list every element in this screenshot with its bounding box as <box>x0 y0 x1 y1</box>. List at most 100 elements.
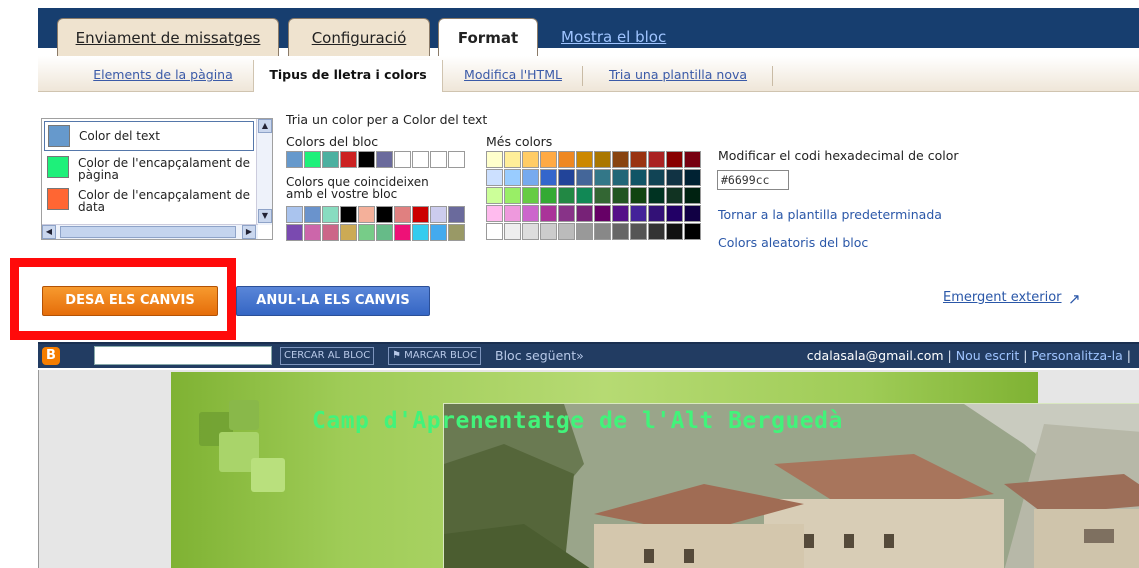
color-swatch[interactable] <box>412 151 429 168</box>
color-swatch[interactable] <box>594 187 611 204</box>
color-swatch[interactable] <box>594 151 611 168</box>
color-swatch[interactable] <box>394 206 411 223</box>
color-swatch[interactable] <box>412 206 429 223</box>
color-swatch[interactable] <box>666 223 683 240</box>
color-swatch[interactable] <box>612 223 629 240</box>
flag-blog-button[interactable]: ⚑ MARCAR BLOC <box>388 347 481 365</box>
color-element-list[interactable]: Color del text Color de l'encapçalament … <box>41 118 273 240</box>
color-swatch[interactable] <box>540 151 557 168</box>
subtab-pick-template[interactable]: Tria una plantilla nova <box>590 60 766 92</box>
color-swatch[interactable] <box>576 205 593 222</box>
color-swatch[interactable] <box>684 151 701 168</box>
color-swatch[interactable] <box>286 206 303 223</box>
next-blog-link[interactable]: Bloc següent» <box>495 347 584 365</box>
new-post-link[interactable]: Nou escrit <box>956 348 1019 363</box>
color-swatch[interactable] <box>594 169 611 186</box>
color-swatch[interactable] <box>340 206 357 223</box>
color-swatch[interactable] <box>486 187 503 204</box>
color-swatch[interactable] <box>504 169 521 186</box>
color-swatch[interactable] <box>376 151 393 168</box>
list-item[interactable]: Color de l'encapçalament de data <box>44 185 254 215</box>
color-swatch[interactable] <box>558 187 575 204</box>
color-swatch[interactable] <box>376 224 393 241</box>
subtab-fonts-colors[interactable]: Tipus de lletra i colors <box>253 60 443 92</box>
color-swatch[interactable] <box>304 224 321 241</box>
color-swatch[interactable] <box>448 224 465 241</box>
color-swatch[interactable] <box>430 224 447 241</box>
color-swatch[interactable] <box>630 169 647 186</box>
external-arrow-icon[interactable]: ↗ <box>1068 290 1081 308</box>
color-swatch[interactable] <box>322 206 339 223</box>
color-swatch[interactable] <box>522 169 539 186</box>
tab-settings[interactable]: Configuració <box>288 18 430 56</box>
subtab-edit-html[interactable]: Modifica l'HTML <box>452 60 574 92</box>
color-swatch[interactable] <box>648 223 665 240</box>
color-swatch[interactable] <box>522 187 539 204</box>
color-swatch[interactable] <box>448 206 465 223</box>
color-swatch[interactable] <box>358 206 375 223</box>
color-swatch[interactable] <box>558 151 575 168</box>
color-swatch[interactable] <box>504 187 521 204</box>
color-swatch[interactable] <box>666 151 683 168</box>
color-swatch[interactable] <box>684 205 701 222</box>
revert-template-link[interactable]: Tornar a la plantilla predeterminada <box>718 207 942 222</box>
scroll-down-icon[interactable]: ▼ <box>258 209 272 223</box>
subtab-page-elements[interactable]: Elements de la pàgina <box>78 60 248 92</box>
color-swatch[interactable] <box>684 169 701 186</box>
color-swatch[interactable] <box>430 151 447 168</box>
color-swatch[interactable] <box>504 223 521 240</box>
color-swatch[interactable] <box>576 187 593 204</box>
color-swatch[interactable] <box>486 223 503 240</box>
color-swatch[interactable] <box>666 169 683 186</box>
color-swatch[interactable] <box>340 151 357 168</box>
color-swatch[interactable] <box>594 223 611 240</box>
color-swatch[interactable] <box>504 151 521 168</box>
color-swatch[interactable] <box>486 169 503 186</box>
blogger-logo-icon[interactable]: B <box>42 347 60 365</box>
color-swatch[interactable] <box>540 205 557 222</box>
color-swatch[interactable] <box>576 151 593 168</box>
tab-layout[interactable]: Format <box>438 18 538 56</box>
cancel-button[interactable]: ANUL·LA ELS CANVIS <box>236 286 430 316</box>
random-colors-link[interactable]: Colors aleatoris del bloc <box>718 235 868 250</box>
color-swatch[interactable] <box>304 151 321 168</box>
search-blog-button[interactable]: CERCAR AL BLOC <box>280 347 375 365</box>
color-swatch[interactable] <box>594 205 611 222</box>
scroll-up-icon[interactable]: ▲ <box>258 119 272 133</box>
color-swatch[interactable] <box>286 224 303 241</box>
color-swatch[interactable] <box>630 151 647 168</box>
color-swatch[interactable] <box>612 205 629 222</box>
color-swatch[interactable] <box>648 205 665 222</box>
hex-color-input[interactable]: #6699cc <box>717 170 789 190</box>
blog-search-input[interactable] <box>94 346 272 365</box>
horizontal-scrollbar[interactable]: ◀ ▶ <box>42 224 258 239</box>
scroll-thumb[interactable] <box>60 226 236 238</box>
color-swatch[interactable] <box>630 187 647 204</box>
popout-link[interactable]: Emergent exterior <box>943 290 1062 305</box>
color-swatch[interactable] <box>286 151 303 168</box>
color-swatch[interactable] <box>358 151 375 168</box>
color-swatch[interactable] <box>504 205 521 222</box>
color-swatch[interactable] <box>648 169 665 186</box>
color-swatch[interactable] <box>612 169 629 186</box>
color-swatch[interactable] <box>540 223 557 240</box>
tab-posting[interactable]: Enviament de missatges <box>57 18 279 56</box>
color-swatch[interactable] <box>412 224 429 241</box>
color-swatch[interactable] <box>558 169 575 186</box>
list-item[interactable]: Color del text <box>44 121 254 151</box>
color-swatch[interactable] <box>540 187 557 204</box>
color-swatch[interactable] <box>522 223 539 240</box>
color-swatch[interactable] <box>358 224 375 241</box>
color-swatch[interactable] <box>322 151 339 168</box>
color-swatch[interactable] <box>322 224 339 241</box>
color-swatch[interactable] <box>522 151 539 168</box>
color-swatch[interactable] <box>648 187 665 204</box>
color-swatch[interactable] <box>612 151 629 168</box>
color-swatch[interactable] <box>666 205 683 222</box>
color-swatch[interactable] <box>340 224 357 241</box>
color-swatch[interactable] <box>448 151 465 168</box>
color-swatch[interactable] <box>376 206 393 223</box>
color-swatch[interactable] <box>630 223 647 240</box>
color-swatch[interactable] <box>394 224 411 241</box>
color-swatch[interactable] <box>486 205 503 222</box>
